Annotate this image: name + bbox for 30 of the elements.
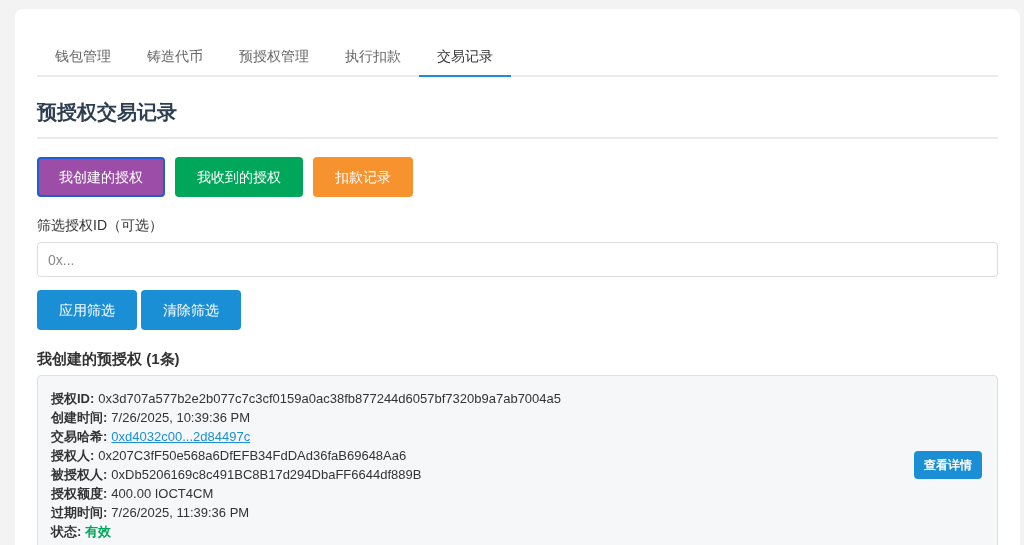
- field-label: 交易哈希:: [51, 427, 108, 446]
- results-title: 我创建的预授权 (1条): [37, 349, 181, 369]
- field-value: 7/26/2025, 11:39:36 PM: [111, 503, 250, 522]
- tab[interactable]: 钱包管理: [37, 37, 129, 77]
- filter-label: 筛选授权ID（可选）: [37, 216, 164, 235]
- filter-button[interactable]: 清除筛选: [141, 290, 241, 330]
- status-value: 有效: [85, 522, 112, 541]
- field-label: 授权ID:: [51, 389, 95, 408]
- view-details-button[interactable]: 查看详情: [914, 450, 982, 479]
- tab[interactable]: 预授权管理: [221, 37, 327, 77]
- field-value: 7/26/2025, 10:39:36 PM: [111, 408, 251, 427]
- field-label: 创建时间:: [51, 408, 108, 427]
- field-value: 0xDb5206169c8c491BC8B17d294DbaFF6644df889B: [111, 465, 422, 484]
- tab[interactable]: 铸造代币: [129, 37, 221, 77]
- field-label: 状态:: [51, 522, 82, 541]
- field-label: 被授权人:: [51, 465, 108, 484]
- filter-button[interactable]: 应用筛选: [37, 290, 137, 330]
- tab[interactable]: 执行扣款: [327, 37, 419, 77]
- field-label: 授权额度:: [51, 484, 108, 503]
- field-value: 400.00 IOCT4CM: [111, 484, 214, 503]
- tab[interactable]: 交易记录: [419, 37, 511, 77]
- field-label: 授权人:: [51, 446, 95, 465]
- field-label: 过期时间:: [51, 503, 108, 522]
- field-value: 0x207C3fF50e568a6DfEFB34FdDAd36faB69648Aa6: [98, 446, 407, 465]
- transaction-hash-link[interactable]: 0xd4032c00...2d84497c: [111, 426, 251, 446]
- record-type-button[interactable]: 我收到的授权: [175, 157, 303, 197]
- page-heading: 预授权交易记录: [37, 97, 998, 139]
- field-value: 0x3d707a577b2e2b077c7c3cf0159a0ac38fb877244d6057bf7320b9a7ab7004a5: [98, 389, 562, 408]
- record-type-button[interactable]: 我创建的授权: [37, 157, 165, 197]
- filter-input[interactable]: 0x...: [37, 242, 998, 277]
